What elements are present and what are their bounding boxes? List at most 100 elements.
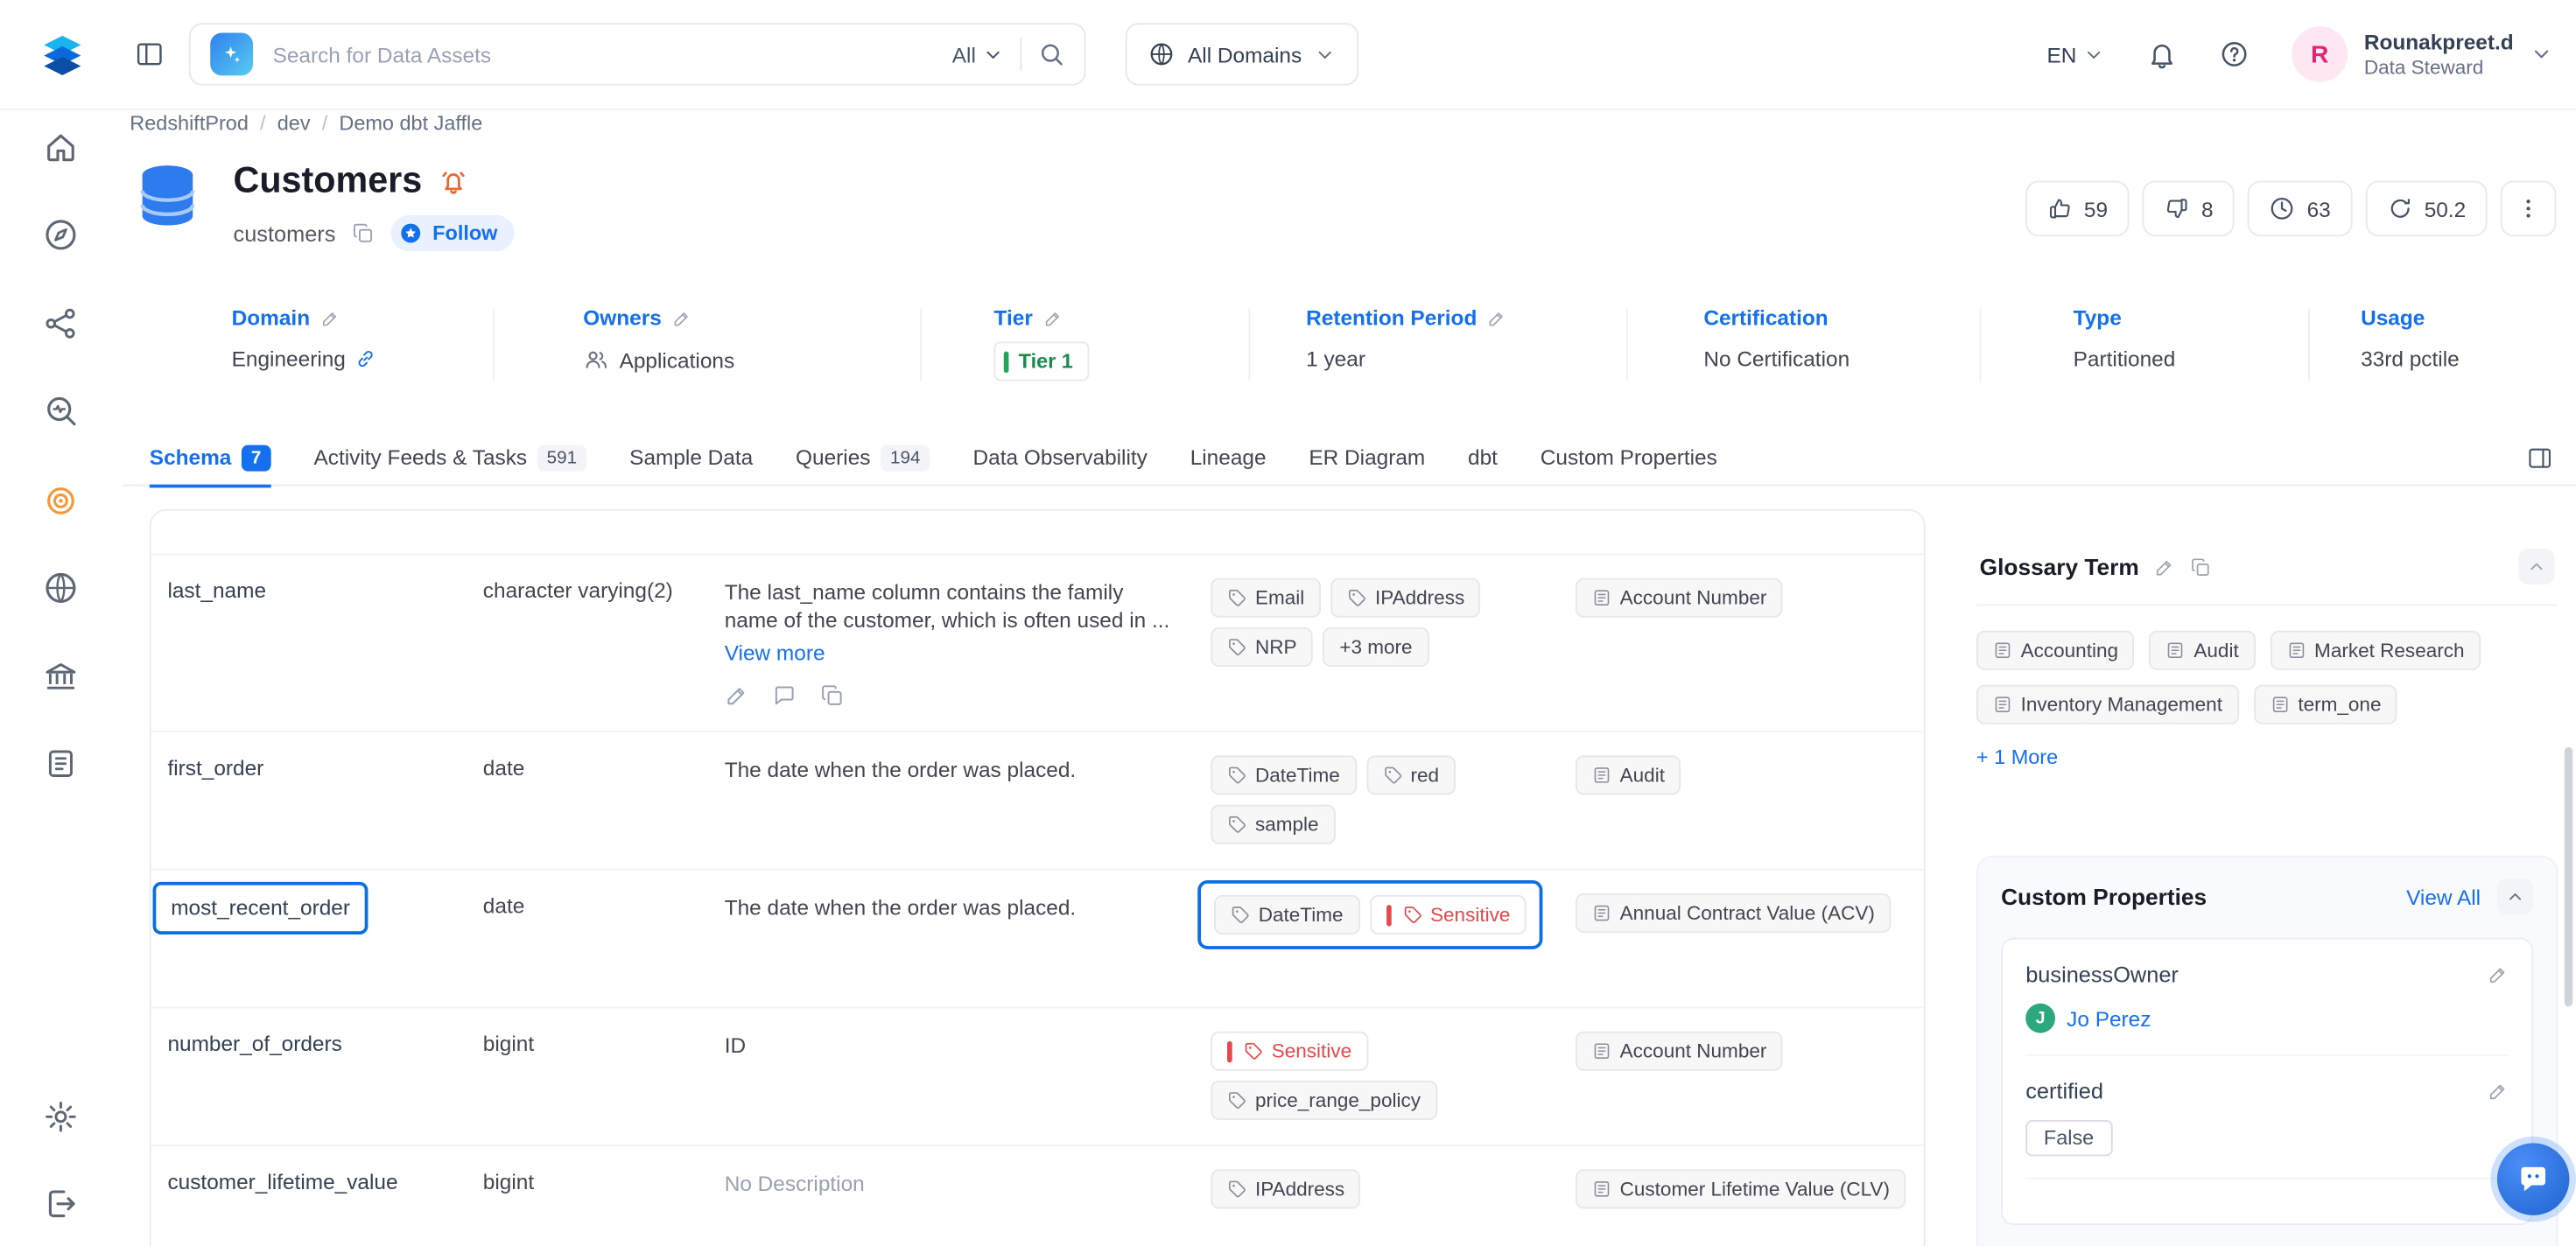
sensitive-tag-pill[interactable]: Sensitive — [1211, 1032, 1368, 1071]
tag-pill[interactable]: IPAddress — [1330, 578, 1481, 618]
glossary-term-pill[interactable]: Audit — [2150, 631, 2256, 670]
table-row-highlighted: most_recent_order date The date when the… — [151, 869, 1924, 1007]
chat-assistant-button[interactable] — [2497, 1143, 2570, 1215]
vertical-scrollbar[interactable] — [2565, 747, 2572, 1007]
ai-assistant-icon[interactable] — [210, 33, 253, 76]
tier-bar — [1004, 351, 1009, 372]
tag-pill[interactable]: price_range_policy — [1211, 1081, 1437, 1120]
column-description: The date when the order was placed. — [725, 893, 1211, 921]
expand-panel-icon[interactable] — [2527, 444, 2553, 473]
upvote-button[interactable]: 59 — [2025, 180, 2129, 236]
deprecation-alarm-icon[interactable] — [439, 165, 468, 195]
nav-home-icon[interactable] — [43, 130, 79, 165]
notifications-bell-icon[interactable] — [2147, 39, 2177, 69]
meta-value: Applications — [620, 347, 735, 372]
domains-dropdown[interactable]: All Domains — [1126, 23, 1359, 85]
glossary-term-pill[interactable]: Inventory Management — [1976, 685, 2239, 724]
edit-pencil-icon[interactable] — [319, 308, 340, 328]
tab-lineage[interactable]: Lineage — [1190, 430, 1267, 486]
tab-custom-properties[interactable]: Custom Properties — [1541, 430, 1717, 486]
follow-button[interactable]: Follow — [391, 215, 514, 251]
view-all-link[interactable]: View All — [2406, 885, 2481, 909]
collapse-chevron-button[interactable] — [2518, 549, 2554, 584]
copy-icon[interactable] — [352, 221, 375, 244]
sensitive-tag-pill[interactable]: Sensitive — [1370, 895, 1527, 934]
glossary-doc-icon — [1592, 1180, 1612, 1200]
tag-pill[interactable]: IPAddress — [1211, 1169, 1361, 1208]
more-actions-button[interactable] — [2501, 180, 2557, 236]
tag-pill[interactable]: sample — [1211, 805, 1335, 844]
tab-dbt[interactable]: dbt — [1468, 430, 1498, 486]
highlighted-tags-group[interactable]: DateTime Sensitive — [1197, 880, 1543, 949]
search-input[interactable] — [270, 40, 936, 68]
nav-observability-icon[interactable] — [43, 393, 79, 429]
nav-glossary-icon[interactable] — [43, 746, 79, 781]
nav-explore-icon[interactable] — [43, 217, 79, 253]
meta-value: 1 year — [1306, 346, 1365, 371]
nav-logout-icon[interactable] — [43, 1186, 79, 1222]
tag-pill[interactable]: DateTime — [1214, 895, 1359, 934]
help-icon[interactable] — [2220, 39, 2250, 69]
breadcrumb-database[interactable]: dev — [277, 112, 311, 135]
glossary-term-pill[interactable]: Customer Lifetime Value (CLV) — [1576, 1169, 1906, 1208]
copy-icon[interactable] — [2190, 556, 2211, 577]
views-button[interactable]: 63 — [2248, 180, 2352, 236]
glossary-term-pill[interactable]: Account Number — [1576, 578, 1783, 618]
edit-pencil-icon[interactable] — [725, 683, 749, 708]
breadcrumb-service[interactable]: RedshiftProd — [130, 112, 249, 135]
score-button[interactable]: 50.2 — [2365, 180, 2487, 236]
tab-schema[interactable]: Schema 7 — [150, 430, 271, 486]
tab-er-diagram[interactable]: ER Diagram — [1309, 430, 1425, 486]
nav-insights-icon[interactable] — [43, 659, 79, 695]
user-menu[interactable]: R Rounakpreet.d Data Steward — [2292, 26, 2552, 82]
nav-govern-icon[interactable] — [43, 305, 79, 341]
tab-activity[interactable]: Activity Feeds & Tasks 591 — [313, 430, 586, 486]
nav-incident-manager-icon[interactable] — [43, 483, 79, 519]
highlighted-column-name[interactable]: most_recent_order — [153, 882, 369, 934]
meta-value: No Certification — [1703, 346, 1850, 371]
tag-pill[interactable]: DateTime — [1211, 755, 1356, 794]
tab-badge: 194 — [881, 444, 930, 471]
chevron-down-icon — [982, 44, 1003, 65]
table-row: customer_lifetime_value bigint No Descri… — [151, 1144, 1924, 1246]
comment-icon[interactable] — [772, 683, 797, 708]
language-selector[interactable]: EN — [2046, 42, 2104, 66]
edit-pencil-icon[interactable] — [2154, 556, 2175, 577]
sidebar-toggle-icon[interactable] — [135, 39, 165, 69]
glossary-term-pill[interactable]: Market Research — [2270, 631, 2481, 670]
tab-queries[interactable]: Queries 194 — [796, 430, 930, 486]
global-search[interactable]: All — [189, 23, 1086, 85]
link-icon[interactable] — [355, 348, 376, 369]
glossary-term-pill[interactable]: Accounting — [1976, 631, 2135, 670]
meta-tier: Tier Tier 1 — [994, 305, 1090, 381]
glossary-term-pill[interactable]: Account Number — [1576, 1032, 1783, 1071]
view-more-link[interactable]: View more — [725, 639, 1172, 667]
edit-pencil-icon[interactable] — [2488, 964, 2509, 985]
app-logo-icon[interactable] — [36, 28, 88, 80]
search-scope-dropdown[interactable]: All — [952, 42, 1004, 66]
nav-domains-icon[interactable] — [43, 570, 79, 606]
tag-pill[interactable]: red — [1366, 755, 1456, 794]
tag-pill[interactable]: Email — [1211, 578, 1321, 618]
tag-icon — [1227, 1180, 1247, 1200]
column-tags: DateTime red sample — [1211, 755, 1576, 844]
downvote-button[interactable]: 8 — [2142, 180, 2235, 236]
copy-icon[interactable] — [820, 683, 845, 708]
glossary-term-pill[interactable]: Annual Contract Value (ACV) — [1576, 893, 1892, 933]
glossary-term-pill[interactable]: term_one — [2254, 685, 2398, 724]
edit-pencil-icon[interactable] — [2488, 1081, 2509, 1102]
edit-pencil-icon[interactable] — [1042, 308, 1063, 328]
tab-sample-data[interactable]: Sample Data — [629, 430, 753, 486]
tag-pill[interactable]: NRP — [1211, 627, 1313, 667]
owner-link[interactable]: Jo Perez — [2067, 1006, 2151, 1031]
tab-data-observability[interactable]: Data Observability — [973, 430, 1148, 486]
edit-pencil-icon[interactable] — [671, 308, 691, 328]
collapse-chevron-button[interactable] — [2497, 878, 2533, 914]
avatar[interactable]: R — [2292, 26, 2348, 82]
more-terms-link[interactable]: + 1 More — [1976, 746, 2558, 768]
search-icon[interactable] — [1038, 41, 1064, 67]
more-tags-pill[interactable]: +3 more — [1323, 627, 1429, 667]
edit-pencil-icon[interactable] — [1487, 308, 1507, 328]
glossary-term-pill[interactable]: Audit — [1576, 755, 1681, 794]
nav-settings-gear-icon[interactable] — [43, 1099, 79, 1135]
